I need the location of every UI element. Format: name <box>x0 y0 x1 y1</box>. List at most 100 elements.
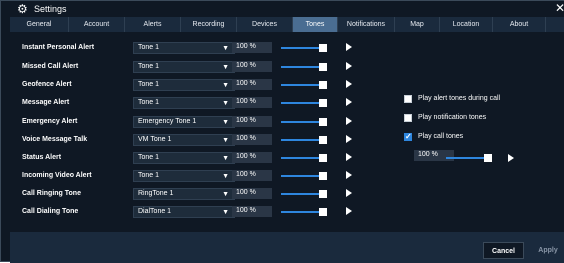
play-icon[interactable] <box>346 135 352 143</box>
tab-general[interactable]: General <box>10 17 69 32</box>
tab-location[interactable]: Location <box>440 17 493 32</box>
cancel-button[interactable]: Cancel <box>483 242 524 259</box>
volume-slider[interactable] <box>281 44 329 52</box>
tone-select[interactable]: Tone 1 ▼ <box>133 97 235 109</box>
tab-recording[interactable]: Recording <box>181 17 237 32</box>
tone-select[interactable]: Tone 1 ▼ <box>133 152 235 164</box>
volume-slider[interactable] <box>281 99 329 107</box>
tone-row: Geofence Alert Tone 1 ▼ 100 % <box>10 78 564 93</box>
slider-thumb[interactable] <box>319 63 327 71</box>
play-icon[interactable] <box>508 154 514 162</box>
option-label: Play alert tones during call <box>418 95 501 102</box>
tab-map[interactable]: Map <box>395 17 440 32</box>
tone-row: Incoming Video Alert Tone 1 ▼ 100 % <box>10 169 564 184</box>
volume-slider[interactable] <box>281 118 329 126</box>
tone-select-value: VM Tone 1 <box>138 136 172 143</box>
play-icon[interactable] <box>346 117 352 125</box>
tone-select-value: Tone 1 <box>138 44 160 51</box>
volume-field[interactable]: 100 % <box>232 206 272 217</box>
volume-slider[interactable] <box>281 208 329 216</box>
tone-select[interactable]: Tone 1 ▼ <box>133 42 235 54</box>
volume-value: 100 % <box>236 117 256 124</box>
tab-devices[interactable]: Devices <box>237 17 293 32</box>
tab-bar: General Account Alerts Recording Devices… <box>10 17 564 32</box>
tab-about[interactable]: About <box>493 17 546 32</box>
slider-thumb[interactable] <box>319 44 327 52</box>
tone-select[interactable]: Tone 1 ▼ <box>133 170 235 182</box>
slider-track <box>281 121 319 123</box>
slider-thumb[interactable] <box>319 136 327 144</box>
volume-field[interactable]: 100 % <box>232 188 272 199</box>
tone-label-instant-personal-alert: Instant Personal Alert <box>22 44 95 51</box>
play-icon[interactable] <box>346 153 352 161</box>
tone-label-message-alert: Message Alert <box>22 99 70 106</box>
chevron-down-icon: ▼ <box>222 155 229 162</box>
volume-value: 100 % <box>236 189 256 196</box>
slider-thumb[interactable] <box>484 154 492 162</box>
volume-field[interactable]: 100 % <box>232 61 272 72</box>
tone-select[interactable]: DialTone 1 ▼ <box>133 206 235 218</box>
play-icon[interactable] <box>346 62 352 70</box>
play-icon[interactable] <box>346 189 352 197</box>
volume-field[interactable]: 100 % <box>232 97 272 108</box>
volume-field[interactable]: 100 % <box>232 134 272 145</box>
tone-select[interactable]: Emergency Tone 1 ▼ <box>133 116 235 128</box>
slider-thumb[interactable] <box>319 190 327 198</box>
tone-label-geofence-alert: Geofence Alert <box>22 81 72 88</box>
play-icon[interactable] <box>346 207 352 215</box>
play-icon[interactable] <box>346 43 352 51</box>
tone-select[interactable]: Tone 1 ▼ <box>133 61 235 73</box>
volume-field[interactable]: 100 % <box>232 79 272 90</box>
checkbox-checked[interactable] <box>404 132 412 141</box>
tone-label-call-dialing-tone: Call Dialing Tone <box>22 208 79 215</box>
footer: Cancel Apply <box>10 232 564 263</box>
volume-field[interactable]: 100 % <box>232 152 272 163</box>
slider-track <box>281 84 319 86</box>
window-title: Settings <box>34 4 67 14</box>
tab-alerts[interactable]: Alerts <box>125 17 181 32</box>
slider-thumb[interactable] <box>319 99 327 107</box>
tone-select[interactable]: Tone 1 ▼ <box>133 79 235 91</box>
volume-slider[interactable] <box>281 136 329 144</box>
volume-value: 100 % <box>236 153 256 160</box>
volume-value: 100 % <box>236 62 256 69</box>
slider-thumb[interactable] <box>319 172 327 180</box>
slider-thumb[interactable] <box>319 208 327 216</box>
tab-tones[interactable]: Tones <box>293 17 338 32</box>
play-icon[interactable] <box>346 80 352 88</box>
volume-slider[interactable] <box>281 172 329 180</box>
slider-thumb[interactable] <box>319 118 327 126</box>
tone-select[interactable]: VM Tone 1 ▼ <box>133 134 235 146</box>
tone-select-value: DialTone 1 <box>138 208 172 215</box>
tone-row: Voice Message Talk VM Tone 1 ▼ 100 % <box>10 133 564 148</box>
checkbox[interactable] <box>404 95 412 103</box>
slider-track <box>281 175 319 177</box>
play-icon[interactable] <box>346 98 352 106</box>
title-bar: ⚙ Settings ✕ <box>1 1 564 17</box>
volume-field[interactable]: 100 % <box>232 170 272 181</box>
slider-thumb[interactable] <box>319 154 327 162</box>
tone-row: Call Ringing Tone RingTone 1 ▼ 100 % <box>10 187 564 202</box>
settings-window: ⚙ Settings ✕ General Account Alerts Reco… <box>0 0 564 263</box>
tab-notifications[interactable]: Notifications <box>338 17 395 32</box>
chevron-down-icon: ▼ <box>222 173 229 180</box>
option-label: Play notification tones <box>418 114 487 121</box>
tone-label-status-alert: Status Alert <box>22 154 62 161</box>
apply-button[interactable]: Apply <box>531 242 564 259</box>
tone-label-missed-call-alert: Missed Call Alert <box>22 63 79 70</box>
play-icon[interactable] <box>346 171 352 179</box>
tab-account[interactable]: Account <box>69 17 125 32</box>
call-tones-slider[interactable] <box>446 154 494 162</box>
volume-field[interactable]: 100 % <box>232 116 272 127</box>
close-icon[interactable]: ✕ <box>555 2 564 14</box>
volume-slider[interactable] <box>281 81 329 89</box>
slider-thumb[interactable] <box>319 81 327 89</box>
volume-field[interactable]: 100 % <box>232 42 272 53</box>
gear-icon: ⚙ <box>17 2 28 16</box>
volume-slider[interactable] <box>281 154 329 162</box>
tone-select[interactable]: RingTone 1 ▼ <box>133 188 235 200</box>
volume-slider[interactable] <box>281 190 329 198</box>
volume-value: 100 % <box>236 43 256 50</box>
checkbox[interactable] <box>404 114 412 122</box>
volume-slider[interactable] <box>281 63 329 71</box>
